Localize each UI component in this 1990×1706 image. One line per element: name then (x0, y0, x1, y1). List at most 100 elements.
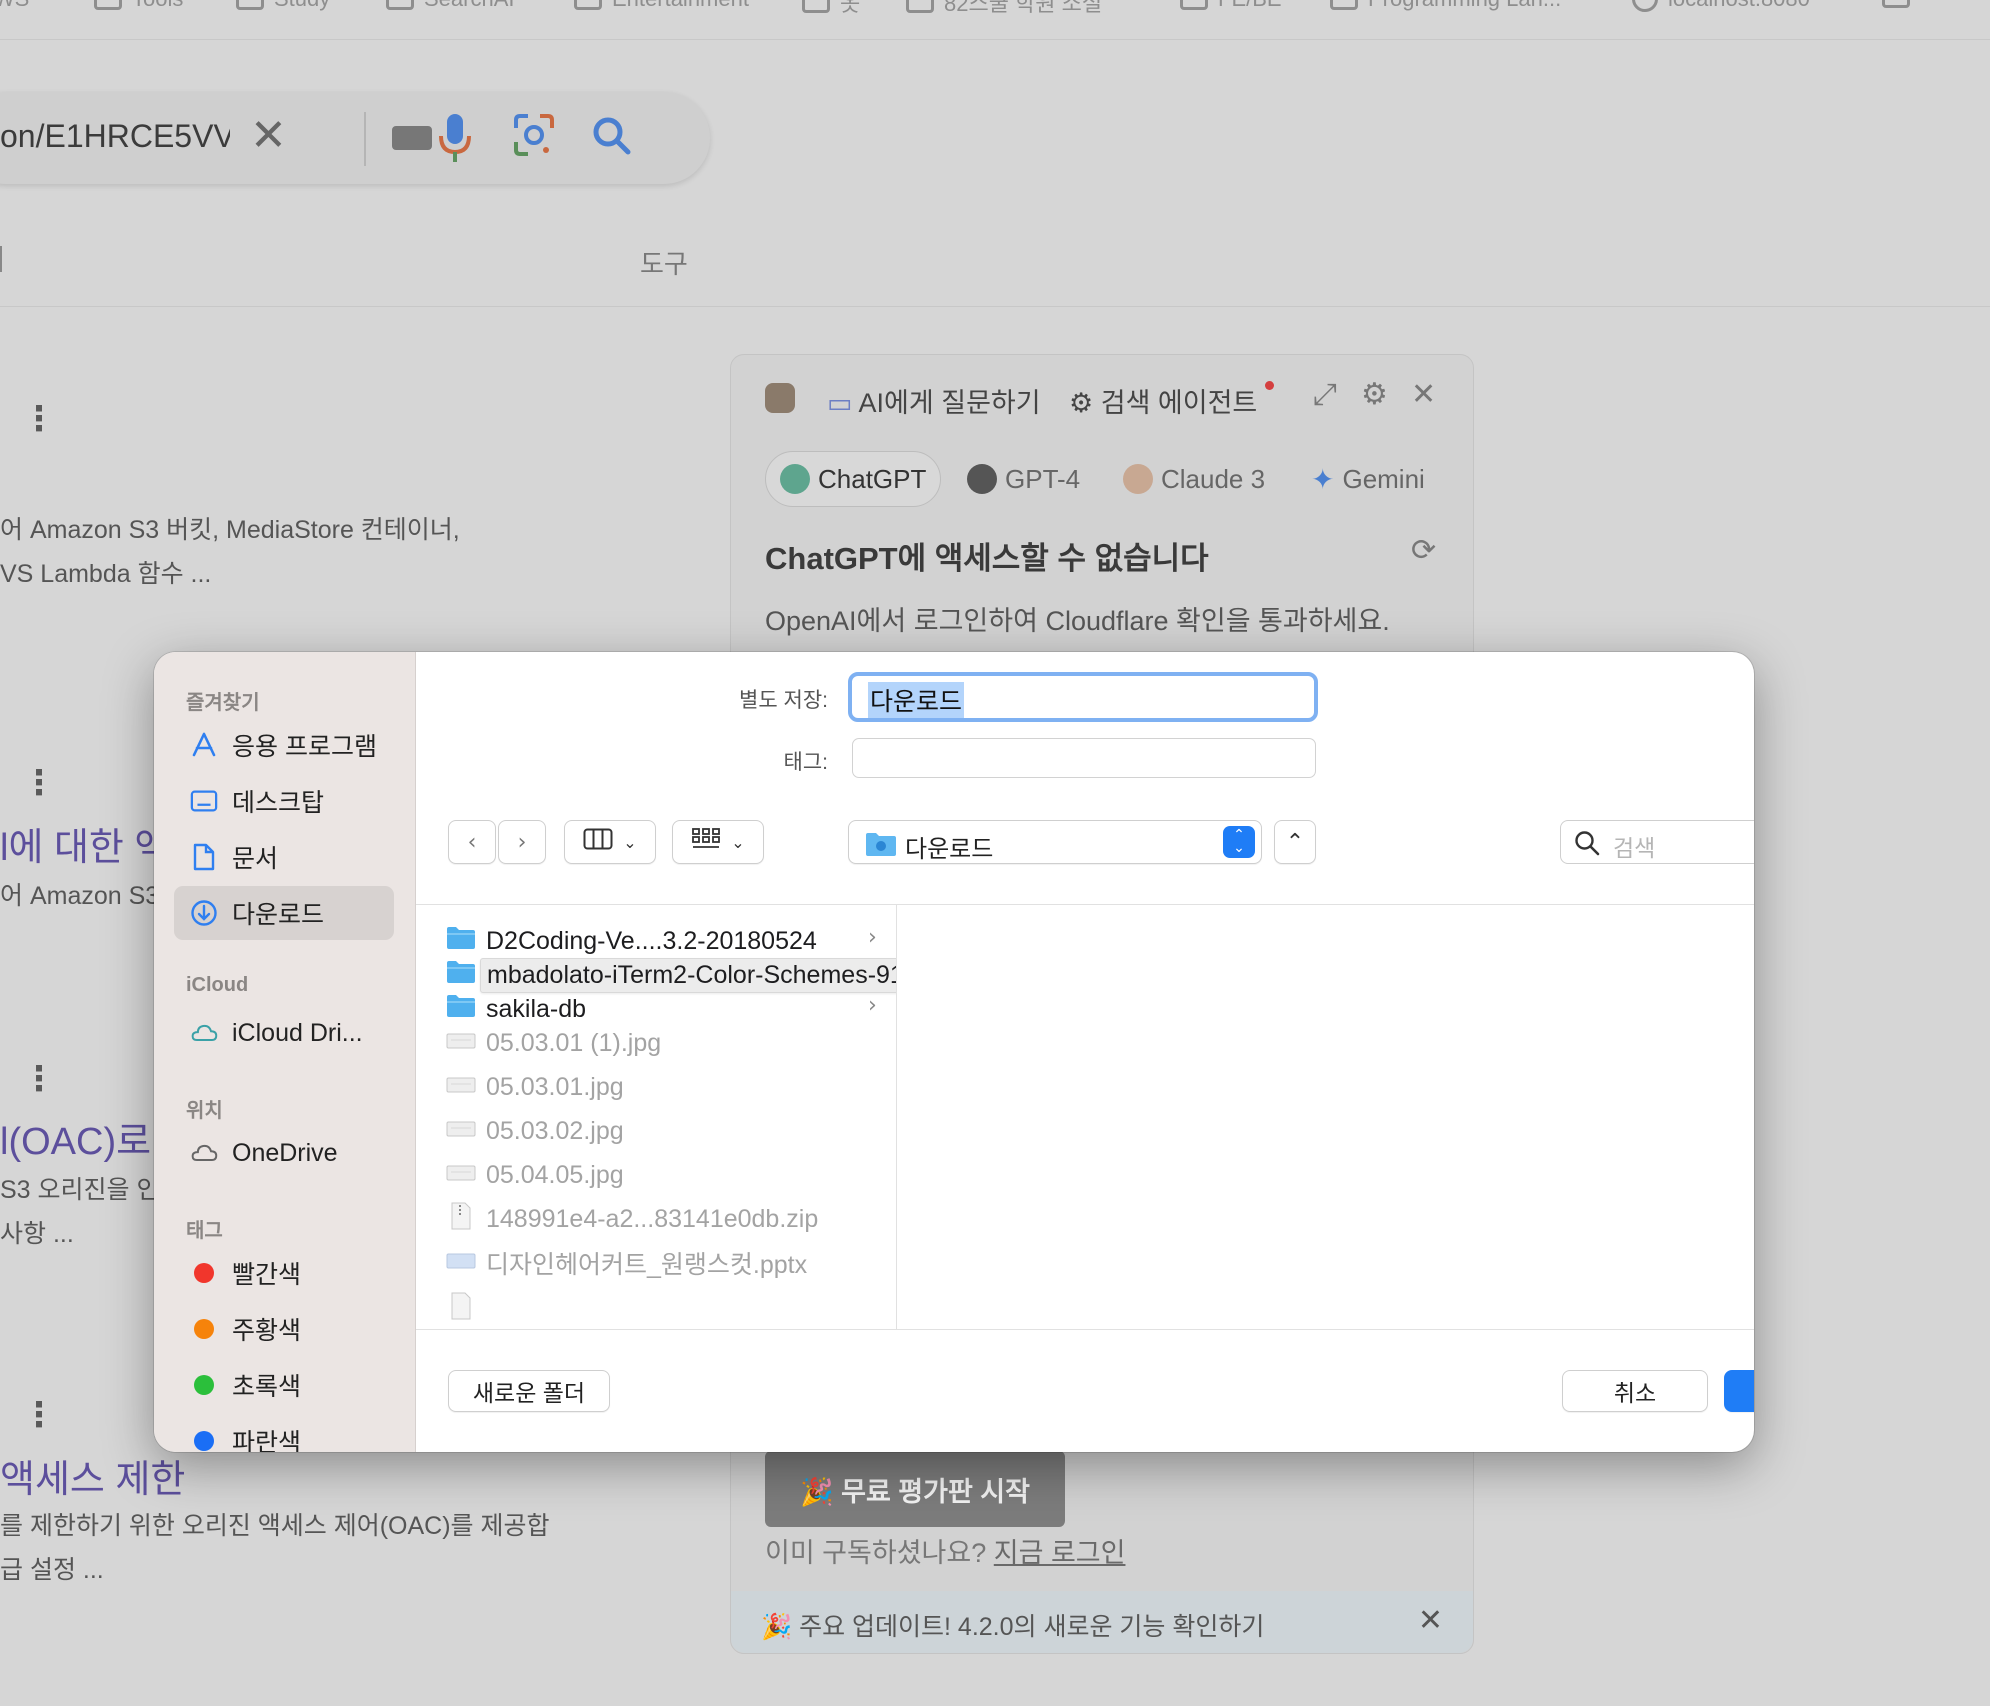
sidebar-tag-red[interactable]: 빨간색 (174, 1246, 394, 1300)
bookmark-aws[interactable]: AWS (0, 0, 29, 12)
folder-icon (446, 994, 476, 1025)
gear-icon: ⚙ (1069, 388, 1094, 418)
grid-icon (691, 827, 721, 857)
bookmark-study[interactable]: Study (236, 0, 330, 12)
keyboard-icon[interactable] (392, 126, 432, 150)
applications-icon (190, 731, 218, 759)
result-menu-icon[interactable]: ⋮ (22, 402, 56, 436)
sidebar-item-downloads[interactable]: 다운로드 (174, 886, 394, 940)
sidebar-item-desktop[interactable]: 데스크탑 (174, 774, 394, 828)
sidebar-tag-green[interactable]: 초록색 (174, 1358, 394, 1412)
cloud-icon (190, 1019, 218, 1047)
sidebar-item-icloud-drive[interactable]: iCloud Dri... (174, 1006, 394, 1060)
folder-icon (386, 0, 414, 10)
chevron-left-icon: ‹ (467, 829, 477, 855)
result-menu-icon[interactable]: ⋮ (22, 766, 56, 800)
bookmark-localhost[interactable]: localhost:8080 (1632, 0, 1810, 12)
result-menu-icon[interactable]: ⋮ (22, 1062, 56, 1096)
result-snippet: 를 제한하기 위한 오리진 액세스 제어(OAC)를 제공합 급 설정 ... (0, 1512, 550, 1584)
save-as-value[interactable]: 다운로드 (868, 682, 965, 718)
sidebar-tag-orange[interactable]: 주황색 (174, 1302, 394, 1356)
tags-label: 태그: (783, 751, 828, 774)
zip-file-icon (446, 1202, 476, 1237)
refresh-icon[interactable]: ⟳ (1411, 533, 1436, 568)
sidebar-tag-blue[interactable]: 파란색 (174, 1414, 394, 1452)
chevron-right-icon: › (517, 829, 527, 855)
result-title[interactable]: l에 대한 액 (0, 816, 169, 871)
chat-icon: ▭ (827, 388, 853, 418)
search-field[interactable]: 검색 (1560, 820, 1754, 864)
tag-color-dot (194, 1263, 214, 1283)
search-query-text[interactable]: on/E1HRCE5VV24I (0, 118, 230, 155)
tab-search-agent[interactable]: ⚙ 검색 에이전트 (1069, 381, 1274, 420)
sidebar-item-onedrive[interactable]: OneDrive (174, 1126, 394, 1180)
chevron-right-icon: › (868, 993, 877, 1018)
tag-color-dot (194, 1431, 214, 1451)
bookmark-febe[interactable]: FE/BE (1180, 0, 1282, 12)
clear-icon[interactable]: ✕ (250, 110, 287, 161)
free-trial-button[interactable]: 🎉 무료 평가판 시작 (765, 1451, 1065, 1527)
back-button[interactable]: ‹ (448, 820, 496, 864)
model-claude[interactable]: Claude 3 (1123, 451, 1265, 507)
cancel-button[interactable]: 취소 (1562, 1370, 1708, 1412)
settings-icon[interactable]: ⚙ (1361, 377, 1388, 412)
bookmark-more[interactable] (1882, 0, 1910, 8)
login-link[interactable]: 지금 로그인 (994, 1538, 1126, 1568)
file-browser-column: D2Coding-Ve....3.2-20180524 › mbadolato-… (416, 905, 896, 1329)
model-gpt4[interactable]: GPT-4 (967, 451, 1080, 507)
file-icon (446, 1292, 476, 1327)
forward-button[interactable]: › (498, 820, 546, 864)
dialog-sidebar: 즐겨찾기 응용 프로그램 데스크탑 문서 다운로드 iCloud iCloud … (154, 652, 416, 1452)
document-icon (190, 843, 218, 871)
save-button[interactable]: 저장 (1724, 1370, 1754, 1412)
microphone-icon[interactable] (438, 112, 472, 169)
tools-tab[interactable]: 도구 (640, 244, 688, 281)
chevron-down-icon: ⌄ (623, 832, 637, 852)
bookmark-school[interactable]: 82스쿨 학원 소셜 (906, 0, 1102, 18)
camera-lens-icon[interactable] (512, 112, 556, 165)
bookmark-programming[interactable]: Programming Lan... (1330, 0, 1561, 12)
tags-header: 태그 (186, 1220, 223, 1242)
list-item: 05.04.05.jpg (446, 1155, 624, 1195)
result-title[interactable]: 액세스 제한 (0, 1448, 185, 1503)
sidebar-item-documents[interactable]: 문서 (174, 830, 394, 884)
desktop-icon (190, 787, 218, 815)
group-button[interactable]: ⌄ (672, 820, 764, 864)
result-snippet: 어 Amazon S3 버킷, MediaStore 컨테이너, VS Lamb… (0, 516, 460, 588)
ai-error-description: OpenAI에서 로그인하여 Cloudflare 확인을 통과하세요. (765, 606, 1390, 636)
column-view-icon (583, 828, 613, 856)
new-folder-button[interactable]: 새로운 폴더 (448, 1370, 610, 1412)
tab-ask-ai[interactable]: ▭ AI에게 질문하기 (827, 381, 1041, 420)
model-chatgpt[interactable]: ChatGPT (765, 451, 942, 507)
notification-dot (1264, 381, 1274, 390)
image-file-icon (446, 1029, 476, 1058)
bookmark-tools[interactable]: Tools (94, 0, 183, 12)
close-icon[interactable]: ✕ (1418, 1603, 1443, 1638)
google-search-box[interactable]: on/E1HRCE5VV24I ✕ (0, 92, 710, 184)
downloads-icon (190, 899, 218, 927)
model-gemini[interactable]: ✦ Gemini (1311, 451, 1425, 507)
list-item: 148991e4-a2...83141e0db.zip (446, 1199, 818, 1239)
save-as-field[interactable]: 다운로드 (848, 672, 1318, 722)
gemini-icon: ✦ (1311, 462, 1335, 496)
footer-separator (416, 1329, 1754, 1330)
list-item: 05.03.01 (1).jpg (446, 1023, 661, 1063)
location-popup[interactable]: 다운로드 ⌃ ⌄ (848, 820, 1262, 864)
pptx-file-icon (446, 1249, 476, 1278)
sidebar-item-applications[interactable]: 응용 프로그램 (174, 718, 394, 772)
view-mode-button[interactable]: ⌄ (564, 820, 656, 864)
bookmark-searchai[interactable]: SearchAI (386, 0, 515, 12)
result-title[interactable]: l(OAC)로 (0, 1110, 151, 1165)
bookmark-clothes[interactable]: 옷 (802, 0, 860, 18)
close-icon[interactable]: ✕ (1411, 377, 1436, 412)
update-text[interactable]: 🎉 주요 업데이트! 4.2.0의 새로운 기능 확인하기 (761, 1607, 1264, 1643)
tag-color-dot (194, 1319, 214, 1339)
search-icon[interactable] (590, 112, 634, 165)
tags-field[interactable] (852, 738, 1316, 778)
result-menu-icon[interactable]: ⋮ (22, 1398, 56, 1432)
search-divider (364, 112, 366, 166)
expand-icon[interactable]: ⤢ (1313, 377, 1337, 412)
folder-icon (1180, 0, 1208, 10)
bookmark-entertainment[interactable]: Entertainment (574, 0, 749, 12)
collapse-button[interactable]: ⌃ (1274, 820, 1316, 864)
